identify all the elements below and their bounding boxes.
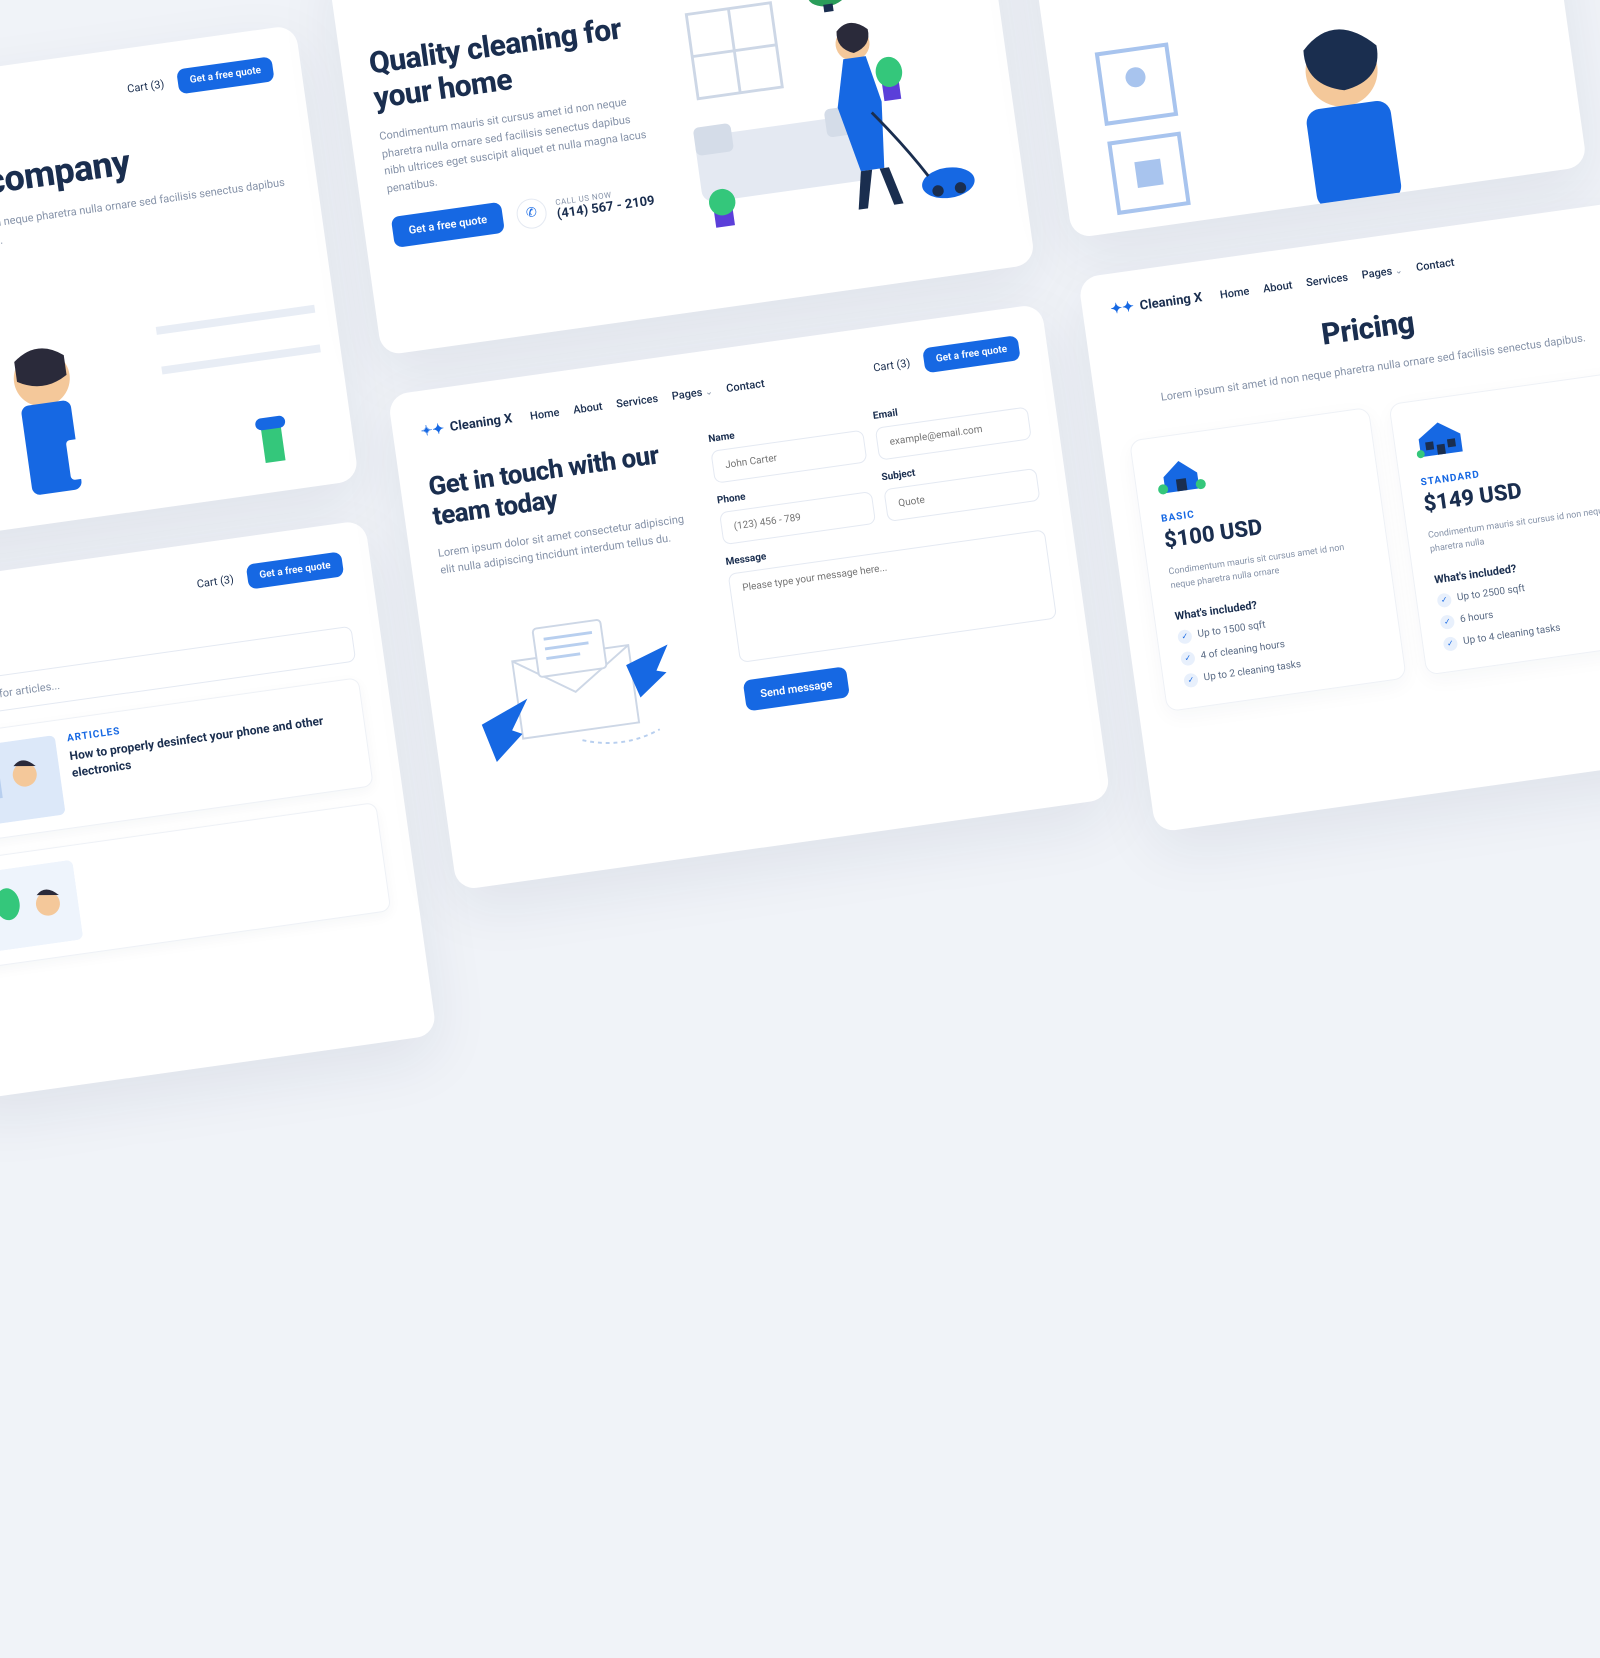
- quote-button[interactable]: Get a free quote: [922, 335, 1020, 373]
- sparkle-icon: ✦✦: [1110, 299, 1135, 318]
- envelope-illustration: [446, 574, 722, 788]
- check-icon: ✓: [1177, 629, 1193, 645]
- hero-card: ✦✦Cleaning X Home About Services Pages ⌄…: [326, 0, 1035, 356]
- nav-services[interactable]: Services: [615, 392, 658, 411]
- nav: Cart (3) Get a free quote: [0, 551, 344, 635]
- plan-standard[interactable]: STANDARD $149 USD Condimentum mauris sit…: [1388, 371, 1600, 676]
- cleaning-illustration: [666, 0, 1000, 253]
- nav-pages[interactable]: Pages ⌄: [1361, 263, 1403, 282]
- sparkle-icon: ✦✦: [420, 420, 445, 439]
- blog-card: Cart (3) Get a free quote ⌕ Search for a…: [0, 520, 437, 1102]
- check-icon: ✓: [1436, 592, 1452, 608]
- phone-block[interactable]: ✆ CALL US NOW (414) 567 - 2109: [515, 181, 656, 230]
- check-icon: ✓: [1180, 651, 1196, 667]
- chevron-down-icon: ⌄: [1394, 266, 1403, 277]
- send-button[interactable]: Send message: [742, 666, 850, 711]
- nav-services[interactable]: Services: [1305, 270, 1348, 289]
- pricing-card: ✦✦Cleaning X Home About Services Pages ⌄…: [1078, 200, 1600, 832]
- logo[interactable]: ✦✦Cleaning X: [359, 0, 453, 4]
- sparkle-icon: ✦✦: [359, 0, 384, 4]
- about-card: Contact Cart (3) Get a free quote About …: [0, 25, 359, 553]
- cart-link[interactable]: Cart (3): [196, 573, 235, 591]
- phone-icon: ✆: [515, 197, 549, 231]
- quote-button[interactable]: Get a free quote: [246, 551, 344, 589]
- nav-home[interactable]: Home: [529, 406, 560, 423]
- check-icon: ✓: [1183, 672, 1199, 688]
- contact-card: ✦✦Cleaning X Home About Services Pages ⌄…: [388, 304, 1111, 891]
- check-icon: ✓: [1443, 636, 1459, 652]
- logo[interactable]: ✦✦Cleaning X: [1110, 289, 1204, 318]
- house-icon: [1412, 415, 1467, 462]
- house-icon: [1153, 452, 1208, 499]
- article-card: ARTICLES — SEP 1 How often do you clean …: [1014, 0, 1587, 239]
- cart-link[interactable]: Cart (3): [126, 78, 165, 96]
- nav-pages[interactable]: Pages ⌄: [671, 384, 713, 403]
- nav-contact[interactable]: Contact: [725, 377, 765, 395]
- contact-form: Name Email Phone Subject Me: [708, 390, 1069, 748]
- blog-thumb: [0, 860, 83, 953]
- nav-home[interactable]: Home: [1219, 284, 1250, 301]
- cart-link[interactable]: Cart (3): [872, 356, 911, 374]
- logo[interactable]: ✦✦Cleaning X: [420, 411, 514, 440]
- team-illustration: [0, 262, 359, 552]
- check-icon: ✓: [1439, 614, 1455, 630]
- nav-about[interactable]: About: [1262, 278, 1293, 295]
- nav-about[interactable]: About: [572, 400, 603, 417]
- nav-contact[interactable]: Contact: [1415, 255, 1455, 273]
- blog-thumb: [0, 735, 66, 828]
- plan-basic[interactable]: BASIC $100 USD Condimentum mauris sit cu…: [1129, 407, 1407, 712]
- quote-button[interactable]: Get a free quote: [176, 56, 274, 94]
- hero-quote-button[interactable]: Get a free quote: [391, 202, 505, 248]
- article-illustration: [1071, 0, 1562, 239]
- chevron-down-icon: ⌄: [704, 387, 713, 398]
